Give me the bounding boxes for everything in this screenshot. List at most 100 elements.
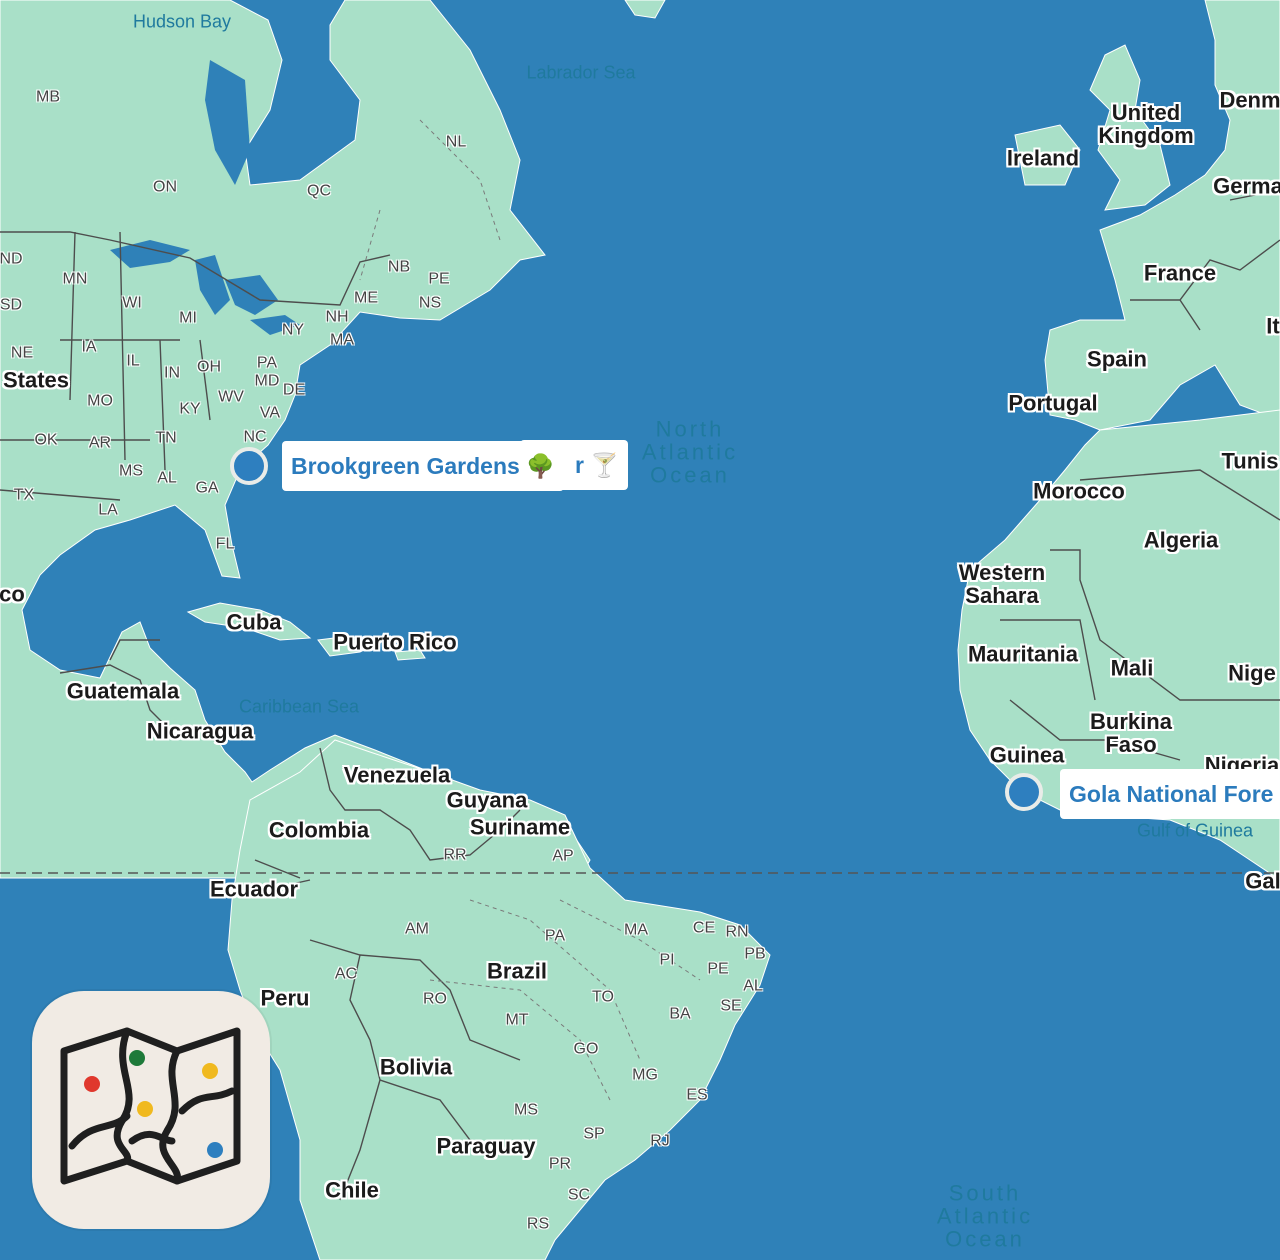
water-label: Labrador Sea	[526, 62, 636, 83]
place-pin-brookgreen[interactable]	[230, 447, 268, 485]
country-label: Puerto Rico	[333, 629, 457, 655]
state-label: MA	[624, 921, 648, 939]
country-label: Spain	[1087, 346, 1147, 372]
state-label: PA	[544, 927, 566, 945]
state-label: KY	[179, 400, 201, 418]
country-label: Portugal	[1008, 390, 1098, 416]
app-icon[interactable]	[32, 991, 270, 1229]
state-label: NC	[243, 428, 267, 446]
state-label: ES	[686, 1086, 708, 1104]
state-label: GO	[573, 1040, 599, 1058]
state-label: AL	[157, 469, 177, 487]
country-label: States	[2, 367, 70, 393]
state-label: MB	[36, 88, 60, 106]
state-label: RN	[725, 923, 749, 941]
state-label: QC	[307, 182, 331, 200]
pin-blue-icon	[207, 1142, 223, 1158]
country-label: Germa	[1213, 173, 1280, 199]
place-name: Brookgreen Gardens	[291, 453, 520, 479]
state-label: TO	[592, 988, 614, 1006]
country-label: co	[0, 581, 25, 607]
place-label-gola[interactable]: Gola National Fore	[1060, 769, 1280, 819]
state-label: MD	[254, 372, 280, 390]
state-label: PA	[256, 354, 278, 372]
tree-icon: 🌳	[526, 453, 555, 479]
folded-map-icon	[60, 1027, 241, 1185]
place-name: Gola National Fore	[1069, 781, 1274, 807]
water-label: Caribbean Sea	[238, 696, 360, 717]
pin-green-icon	[129, 1050, 145, 1066]
state-label: PE	[707, 960, 729, 978]
state-label: AL	[743, 977, 763, 995]
state-label: CE	[692, 919, 716, 937]
state-label: SC	[567, 1186, 591, 1204]
state-label: ON	[153, 178, 177, 196]
state-label: MO	[87, 392, 113, 410]
state-label: IN	[164, 364, 180, 382]
state-label: WV	[218, 388, 244, 406]
place-pin-gola[interactable]	[1005, 773, 1043, 811]
state-label: PR	[548, 1155, 572, 1173]
state-label: MS	[514, 1101, 538, 1119]
state-label: PB	[744, 945, 766, 963]
country-label: Guyana	[446, 787, 528, 813]
state-label: ME	[354, 289, 378, 307]
state-label: AP	[552, 847, 574, 865]
country-label: Suriname	[469, 814, 571, 840]
country-label: France	[1143, 260, 1217, 286]
pin-yellow-icon	[137, 1101, 153, 1117]
country-label: Cuba	[226, 609, 282, 635]
state-label: AM	[405, 920, 429, 938]
country-label: Western Sahara	[958, 559, 1046, 608]
state-label: RO	[423, 990, 447, 1008]
state-label: MI	[179, 309, 197, 327]
country-label: Denm	[1219, 87, 1280, 113]
country-label: Guinea	[989, 742, 1065, 768]
water-label: North Atlantic Ocean	[641, 416, 739, 488]
state-label: RJ	[650, 1132, 670, 1150]
country-label: Ecuador	[209, 876, 299, 902]
water-label: South Atlantic Ocean	[936, 1180, 1034, 1252]
state-label: GA	[195, 479, 219, 497]
state-label: DE	[282, 381, 306, 399]
country-label: Morocco	[1033, 478, 1125, 504]
pin-red-icon	[84, 1076, 100, 1092]
state-label: AC	[334, 965, 358, 983]
state-label: IA	[81, 338, 97, 356]
state-label: SE	[720, 997, 742, 1015]
country-label: Brazil	[487, 958, 547, 984]
state-label: NS	[418, 294, 442, 312]
place-label-brookgreen[interactable]: Brookgreen Gardens 🌳	[282, 441, 564, 491]
country-label: Mali	[1110, 655, 1154, 681]
state-label: NL	[445, 133, 467, 151]
state-label: MT	[505, 1011, 529, 1029]
state-label: MS	[119, 462, 143, 480]
country-label: Burkina Faso	[1090, 708, 1172, 757]
country-label: Nige	[1228, 660, 1276, 686]
state-label: PI	[659, 951, 675, 969]
cocktail-icon: 🍸	[590, 452, 619, 478]
state-label: TX	[13, 486, 35, 504]
state-label: PE	[428, 270, 450, 288]
state-label: ND	[0, 250, 23, 268]
state-label: MG	[632, 1066, 658, 1084]
country-label: Algeria	[1143, 527, 1219, 553]
state-label: NY	[281, 321, 305, 339]
country-label: Paraguay	[436, 1133, 536, 1159]
state-label: AR	[88, 434, 112, 452]
state-label: RS	[526, 1215, 550, 1233]
state-label: SD	[0, 296, 23, 314]
state-label: NB	[387, 258, 411, 276]
country-label: Colombia	[268, 817, 370, 843]
country-label: Gal	[1245, 868, 1280, 894]
state-label: OH	[197, 358, 221, 376]
state-label: FL	[215, 535, 235, 553]
state-label: NE	[10, 344, 34, 362]
state-label: MA	[330, 331, 354, 349]
state-label: WI	[122, 294, 142, 312]
country-label: Ireland	[1006, 145, 1080, 171]
country-label: Nicaragua	[146, 718, 254, 744]
place-label-fragment: r	[575, 452, 584, 478]
state-label: IL	[126, 352, 140, 370]
state-label: NH	[325, 308, 349, 326]
